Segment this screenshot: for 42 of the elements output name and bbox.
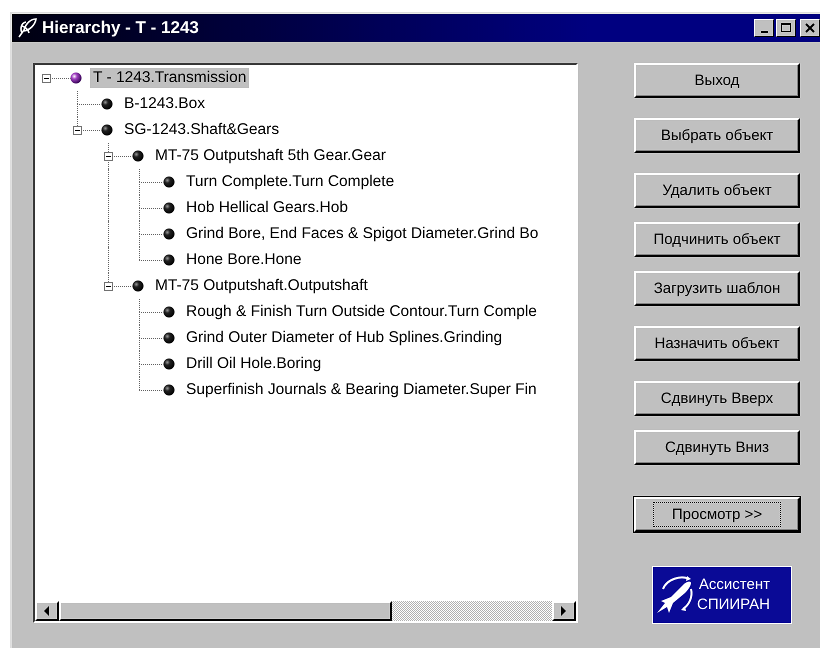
action-button[interactable]: Назначить объект [634, 326, 800, 361]
action-button[interactable]: Подчинить объект [634, 222, 800, 257]
action-button[interactable]: Выбрать объект [634, 118, 800, 153]
tree-item[interactable]: B-1243.Box [121, 94, 208, 114]
logo-text: СПИИРАН [697, 595, 770, 615]
collapse-toggle[interactable] [104, 282, 113, 291]
horizontal-scrollbar[interactable] [35, 601, 576, 621]
tree-item[interactable]: MT-75 Outputshaft.Outputshaft [152, 276, 371, 296]
tree-item[interactable]: Grind Outer Diameter of Hub Splines.Grinding [183, 328, 506, 348]
collapse-toggle[interactable] [42, 74, 51, 83]
scroll-right-button[interactable] [552, 601, 576, 621]
right-arrow-icon [561, 606, 567, 616]
collapse-toggle[interactable] [104, 152, 113, 161]
close-icon [805, 23, 815, 33]
tree-item[interactable]: Drill Oil Hole.Boring [183, 354, 324, 374]
action-button[interactable]: Удалить объект [634, 173, 800, 208]
minimize-icon [760, 31, 768, 33]
tree-item[interactable]: T - 1243.Transmission [90, 68, 250, 88]
maximize-button[interactable] [776, 19, 796, 37]
tree-item[interactable]: Superfinish Journals & Bearing Diameter.Super Fin [183, 380, 540, 400]
action-button[interactable]: Загрузить шаблон [634, 271, 800, 306]
action-button[interactable]: Просмотр >> [634, 497, 800, 532]
collapse-toggle[interactable] [73, 126, 82, 135]
quill-icon [16, 17, 38, 39]
action-button[interactable]: Сдвинуть Вверх [634, 381, 800, 416]
scroll-thumb[interactable] [59, 601, 392, 621]
tree-item[interactable]: Hob Hellical Gears.Hob [183, 198, 351, 218]
action-button[interactable]: Сдвинуть Вниз [634, 430, 800, 465]
tree-item[interactable]: Rough & Finish Turn Outside Contour.Turn Comple [183, 302, 540, 322]
minimize-button[interactable] [754, 19, 774, 37]
tree-item[interactable]: Hone Bore.Hone [183, 250, 304, 270]
tree-item[interactable]: MT-75 Outputshaft 5th Gear.Gear [152, 146, 389, 166]
close-button[interactable] [800, 19, 820, 37]
window-title: Hierarchy - T - 1243 [42, 18, 199, 38]
tree-item[interactable]: Grind Bore, End Faces & Spigot Diameter.Grind Bo [183, 224, 542, 244]
maximize-icon [781, 23, 791, 33]
tree-item[interactable]: SG-1243.Shaft&Gears [121, 120, 282, 140]
scroll-left-button[interactable] [35, 601, 59, 621]
logo-text: Ассистент [698, 575, 770, 595]
left-arrow-icon [44, 606, 50, 616]
tree-item[interactable]: Turn Complete.Turn Complete [183, 172, 398, 192]
action-button[interactable]: Выход [634, 63, 800, 98]
